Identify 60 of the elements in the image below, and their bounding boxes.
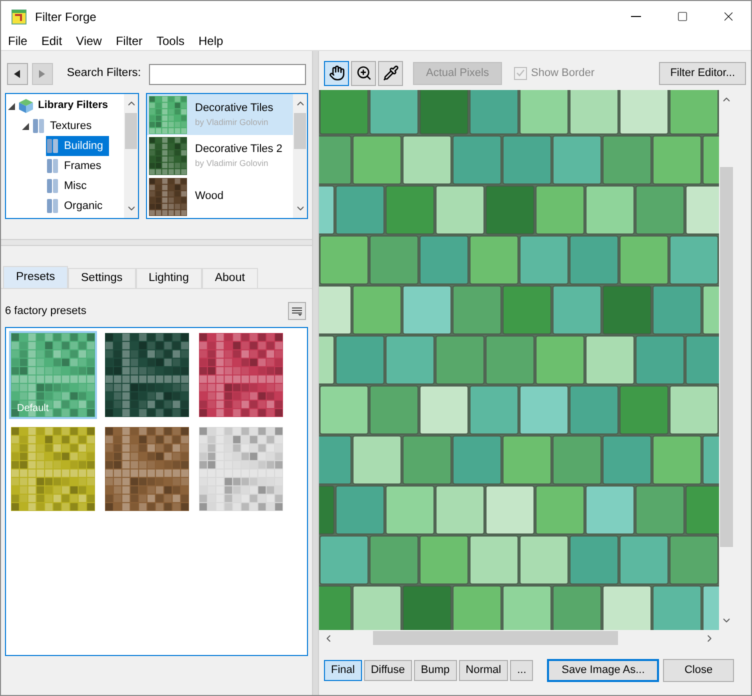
tree-item[interactable]: Building — [46, 136, 110, 156]
menu-button[interactable] — [288, 302, 306, 320]
item-author: by Vladimir Golovin — [195, 116, 270, 130]
hand-icon — [328, 65, 344, 81]
close-button[interactable]: Close — [663, 658, 734, 682]
folder-icon — [46, 138, 60, 154]
item-name: Decorative Tiles — [195, 100, 274, 116]
folder-icon — [46, 158, 60, 174]
item-author: by Vladimir Golovin — [195, 157, 270, 170]
back-button[interactable] — [7, 63, 28, 85]
tab[interactable]: Presets — [3, 266, 68, 288]
view-mode-button[interactable]: Final — [324, 660, 362, 680]
menu-item[interactable]: Edit — [34, 32, 70, 50]
minimize-icon — [631, 16, 641, 17]
folder-icon — [46, 178, 60, 194]
tool-button[interactable] — [351, 60, 376, 86]
tree-item[interactable]: Misc — [46, 176, 93, 196]
list-menu-icon — [292, 306, 302, 316]
menu-item[interactable]: Filter — [108, 32, 150, 50]
right-triangle-icon — [39, 70, 46, 78]
tool-button[interactable] — [378, 60, 403, 86]
save-image-button[interactable]: Save Image As... — [547, 658, 660, 682]
tool-button[interactable] — [324, 60, 349, 86]
view-mode-button[interactable]: ... — [510, 660, 534, 680]
expand-arrow-icon[interactable] — [22, 122, 29, 130]
tree-item[interactable]: Organic — [46, 196, 109, 216]
expand-arrow-icon[interactable] — [8, 102, 15, 110]
menu-item[interactable]: Tools — [150, 32, 192, 50]
presets-count: 6 factory presets — [5, 304, 86, 319]
tab[interactable]: About — [202, 268, 258, 288]
search-label: Search Filters: — [66, 66, 141, 82]
search-field[interactable] — [148, 64, 306, 84]
folder-icon — [46, 198, 60, 214]
item-name: Decorative Tiles 2 — [195, 142, 282, 157]
tree-item[interactable]: Textures — [32, 116, 98, 136]
app-logo-icon — [11, 8, 27, 24]
cube-icon — [18, 98, 34, 114]
vertical-scrollbar[interactable] — [293, 94, 307, 218]
view-mode-button[interactable]: Diffuse — [364, 660, 412, 680]
checkmark-icon — [516, 69, 525, 77]
left-triangle-icon — [14, 70, 20, 78]
folder-icon — [32, 118, 46, 134]
tab[interactable]: Settings — [68, 268, 136, 288]
menu-item[interactable]: File — [1, 32, 34, 50]
menu-item[interactable]: View — [69, 32, 109, 50]
view-mode-button[interactable]: Bump — [414, 660, 457, 680]
filter-editor-button[interactable]: Filter Editor... — [659, 62, 746, 84]
tree-item[interactable]: Frames — [46, 156, 108, 176]
view-mode-button[interactable]: Normal — [458, 660, 508, 680]
zoom-in-icon — [356, 65, 372, 81]
preset-label: Default — [17, 402, 49, 416]
menu-item[interactable]: Help — [192, 32, 230, 50]
window-title: Filter Forge — [35, 8, 96, 26]
maximize-icon — [676, 11, 688, 22]
library-list-item[interactable]: Decorative Tiles by Vladimir Golovin — [147, 94, 293, 135]
eyedropper-icon — [382, 65, 398, 81]
tab[interactable]: Lighting — [136, 268, 202, 288]
item-name: Wood — [195, 189, 224, 204]
tree-item[interactable]: Library Filters — [18, 96, 114, 116]
vertical-scrollbar[interactable] — [124, 94, 138, 218]
